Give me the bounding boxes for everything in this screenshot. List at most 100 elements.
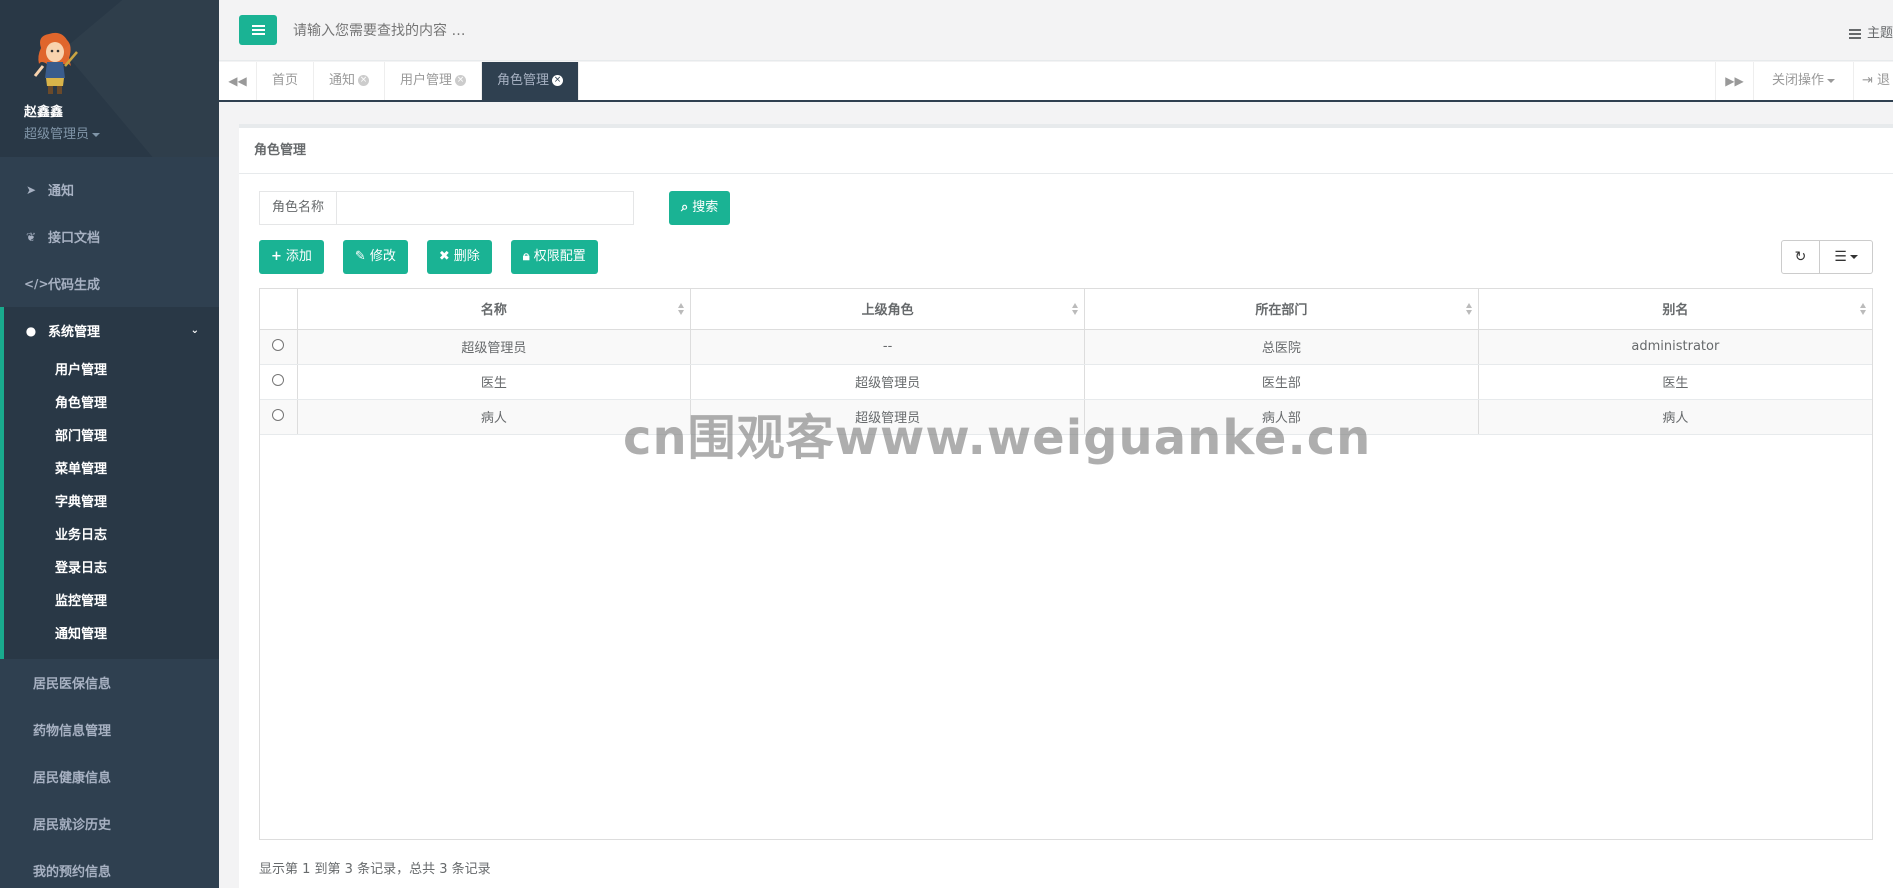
sidebar-subitem-business-log[interactable]: 业务日志 (4, 519, 219, 552)
menu-toggle-button[interactable] (239, 15, 277, 45)
refresh-button[interactable]: ↻ (1781, 240, 1820, 274)
column-header-name[interactable]: 名称 (297, 289, 692, 330)
table-row[interactable]: 超级管理员 -- 总医院 administrator (260, 329, 1872, 365)
sidebar-item-api-docs[interactable]: ❦ 接口文档 (0, 213, 219, 260)
hamburger-icon (251, 29, 265, 31)
tab-notice[interactable]: 通知 × (314, 62, 386, 100)
sidebar-item-notice[interactable]: ➤ 通知 (0, 166, 219, 213)
tab-scroll-left-button[interactable]: ◀◀ (219, 62, 257, 100)
list-icon: ☰ (1834, 249, 1847, 265)
exit-button[interactable]: ⇥ 退 (1853, 62, 1893, 100)
avatar[interactable] (27, 30, 85, 96)
refresh-icon: ↻ (1794, 249, 1807, 265)
edit-icon: ✎ (354, 249, 366, 264)
table-cell: 超级管理员 (690, 364, 1085, 400)
row-select-cell (260, 364, 298, 400)
close-icon[interactable]: × (552, 75, 564, 86)
table-cell: 医生 (1478, 364, 1872, 400)
permissions-button[interactable]: 🔒︎ 权限配置 (510, 240, 598, 274)
close-ops-label: 关闭操作 (1771, 73, 1824, 88)
table-cell: 病人部 (1084, 399, 1479, 435)
profile-header: 赵鑫鑫 超级管理员 (0, 0, 219, 157)
sidebar-item-drugs[interactable]: 药物信息管理 (0, 706, 219, 753)
sidebar-group-system: ● 系统管理 ⌄ 用户管理 角色管理 部门管理 菜单管理 字典管理 业务日志 登… (0, 307, 219, 659)
role-name-input[interactable] (336, 191, 635, 225)
row-radio[interactable] (272, 373, 285, 386)
sidebar-item-health[interactable]: 居民健康信息 (0, 753, 219, 800)
user-name: 赵鑫鑫 (24, 105, 64, 120)
sign-out-icon: ⇥ (1862, 73, 1873, 88)
sidebar-subitem-dept-management[interactable]: 部门管理 (4, 420, 219, 453)
row-radio[interactable] (272, 408, 285, 421)
table-cell: 医生部 (1084, 364, 1479, 400)
table-cell: 病人 (1478, 399, 1872, 435)
sort-icon (1072, 303, 1079, 315)
close-icon[interactable]: × (358, 75, 370, 86)
sidebar-subitem-monitor[interactable]: 监控管理 (4, 585, 219, 618)
pagination-info: 显示第 1 到第 3 条记录，总共 3 条记录 (259, 862, 491, 877)
toolbar: + 添加 ✎ 修改 ✖ 删除 🔒︎ 权限配置 (259, 240, 598, 274)
sidebar-subitem-notice-management[interactable]: 通知管理 (4, 618, 219, 651)
backward-icon: ◀◀ (228, 74, 247, 88)
role-table: 名称 上级角色 所在部门 别名 超级管理员 -- 总医院 administrat… (260, 289, 1872, 435)
sidebar-item-insurance[interactable]: 居民医保信息 (0, 659, 219, 706)
sidebar-subitem-user-management[interactable]: 用户管理 (4, 354, 219, 387)
sidebar-subitem-menu-management[interactable]: 菜单管理 (4, 453, 219, 486)
search-icon: ⌕ (681, 200, 689, 215)
exit-label: 退 (1877, 73, 1891, 88)
role-name-label: 角色名称 (259, 191, 337, 225)
page-tabs: ◀◀ 首页 通知 × 用户管理 × 角色管理 × ▶▶ 关闭操作 ⇥ 退 (219, 62, 1893, 102)
table-row[interactable]: 病人 超级管理员 病人部 病人 (260, 399, 1872, 435)
add-button-label: 添加 (285, 249, 312, 264)
sidebar-subitem-login-log[interactable]: 登录日志 (4, 552, 219, 585)
column-header-department[interactable]: 所在部门 (1084, 289, 1479, 330)
table-cell: 超级管理员 (690, 399, 1085, 435)
column-header-label: 上级角色 (861, 303, 914, 319)
sidebar-item-visit-history[interactable]: 居民就诊历史 (0, 800, 219, 847)
table-header-row: 名称 上级角色 所在部门 别名 (260, 289, 1872, 330)
sidebar-nav: ➤ 通知 ❦ 接口文档 </> 代码生成 ● 系统管理 ⌄ 用户管理 角色管理 (0, 166, 219, 888)
sidebar-item-label: 接口文档 (48, 231, 101, 246)
theme-icon (1848, 28, 1861, 39)
table-row[interactable]: 医生 超级管理员 医生部 医生 (260, 364, 1872, 400)
column-header-label: 名称 (480, 303, 507, 319)
search-button[interactable]: ⌕ 搜索 (669, 191, 731, 225)
sidebar-item-appointments[interactable]: 我的预约信息 (0, 847, 219, 888)
select-column-header (260, 289, 298, 330)
add-button[interactable]: + 添加 (259, 240, 324, 274)
close-operations-dropdown[interactable]: 关闭操作 (1753, 62, 1853, 100)
column-header-parent-role[interactable]: 上级角色 (690, 289, 1085, 330)
column-header-label: 别名 (1662, 303, 1689, 319)
table-cell: administrator (1478, 329, 1872, 365)
sidebar-subitem-dict-management[interactable]: 字典管理 (4, 486, 219, 519)
edit-button-label: 修改 (369, 249, 396, 264)
top-search-input[interactable] (293, 20, 693, 42)
paper-plane-icon: ➤ (25, 182, 37, 197)
sidebar-item-system-management[interactable]: ● 系统管理 ⌄ (4, 307, 219, 354)
edit-button[interactable]: ✎ 修改 (342, 240, 408, 274)
close-icon[interactable]: × (455, 75, 467, 86)
delete-button[interactable]: ✖ 删除 (426, 240, 492, 274)
caret-down-icon (1849, 255, 1858, 259)
row-radio[interactable] (272, 338, 285, 351)
row-select-cell (260, 329, 298, 365)
sidebar-item-code-gen[interactable]: </> 代码生成 (0, 260, 219, 307)
sidebar-subitem-role-management[interactable]: 角色管理 (4, 387, 219, 420)
columns-toggle-button[interactable]: ☰ (1820, 240, 1873, 274)
table-cell: 病人 (297, 399, 692, 435)
tab-home[interactable]: 首页 (257, 62, 315, 100)
role-table-container: 名称 上级角色 所在部门 别名 超级管理员 -- 总医院 administrat… (259, 288, 1873, 840)
tab-role-management[interactable]: 角色管理 × (482, 62, 580, 100)
table-cell: 总医院 (1084, 329, 1479, 365)
user-role-dropdown[interactable]: 超级管理员 (24, 123, 219, 142)
tab-user-management[interactable]: 用户管理 × (385, 62, 483, 100)
table-cell: -- (690, 329, 1085, 365)
tab-label: 通知 (329, 73, 356, 88)
sort-icon (1860, 303, 1867, 315)
theme-button[interactable]: 主题 (1848, 22, 1893, 41)
app-root: 赵鑫鑫 超级管理员 ➤ 通知 ❦ 接口文档 </> 代码生成 ● 系统管理 ⌄ (0, 0, 1893, 888)
tab-label: 首页 (272, 73, 299, 88)
table-cell: 超级管理员 (297, 329, 692, 365)
tab-scroll-right-button[interactable]: ▶▶ (1715, 62, 1753, 100)
column-header-alias[interactable]: 别名 (1478, 289, 1872, 330)
